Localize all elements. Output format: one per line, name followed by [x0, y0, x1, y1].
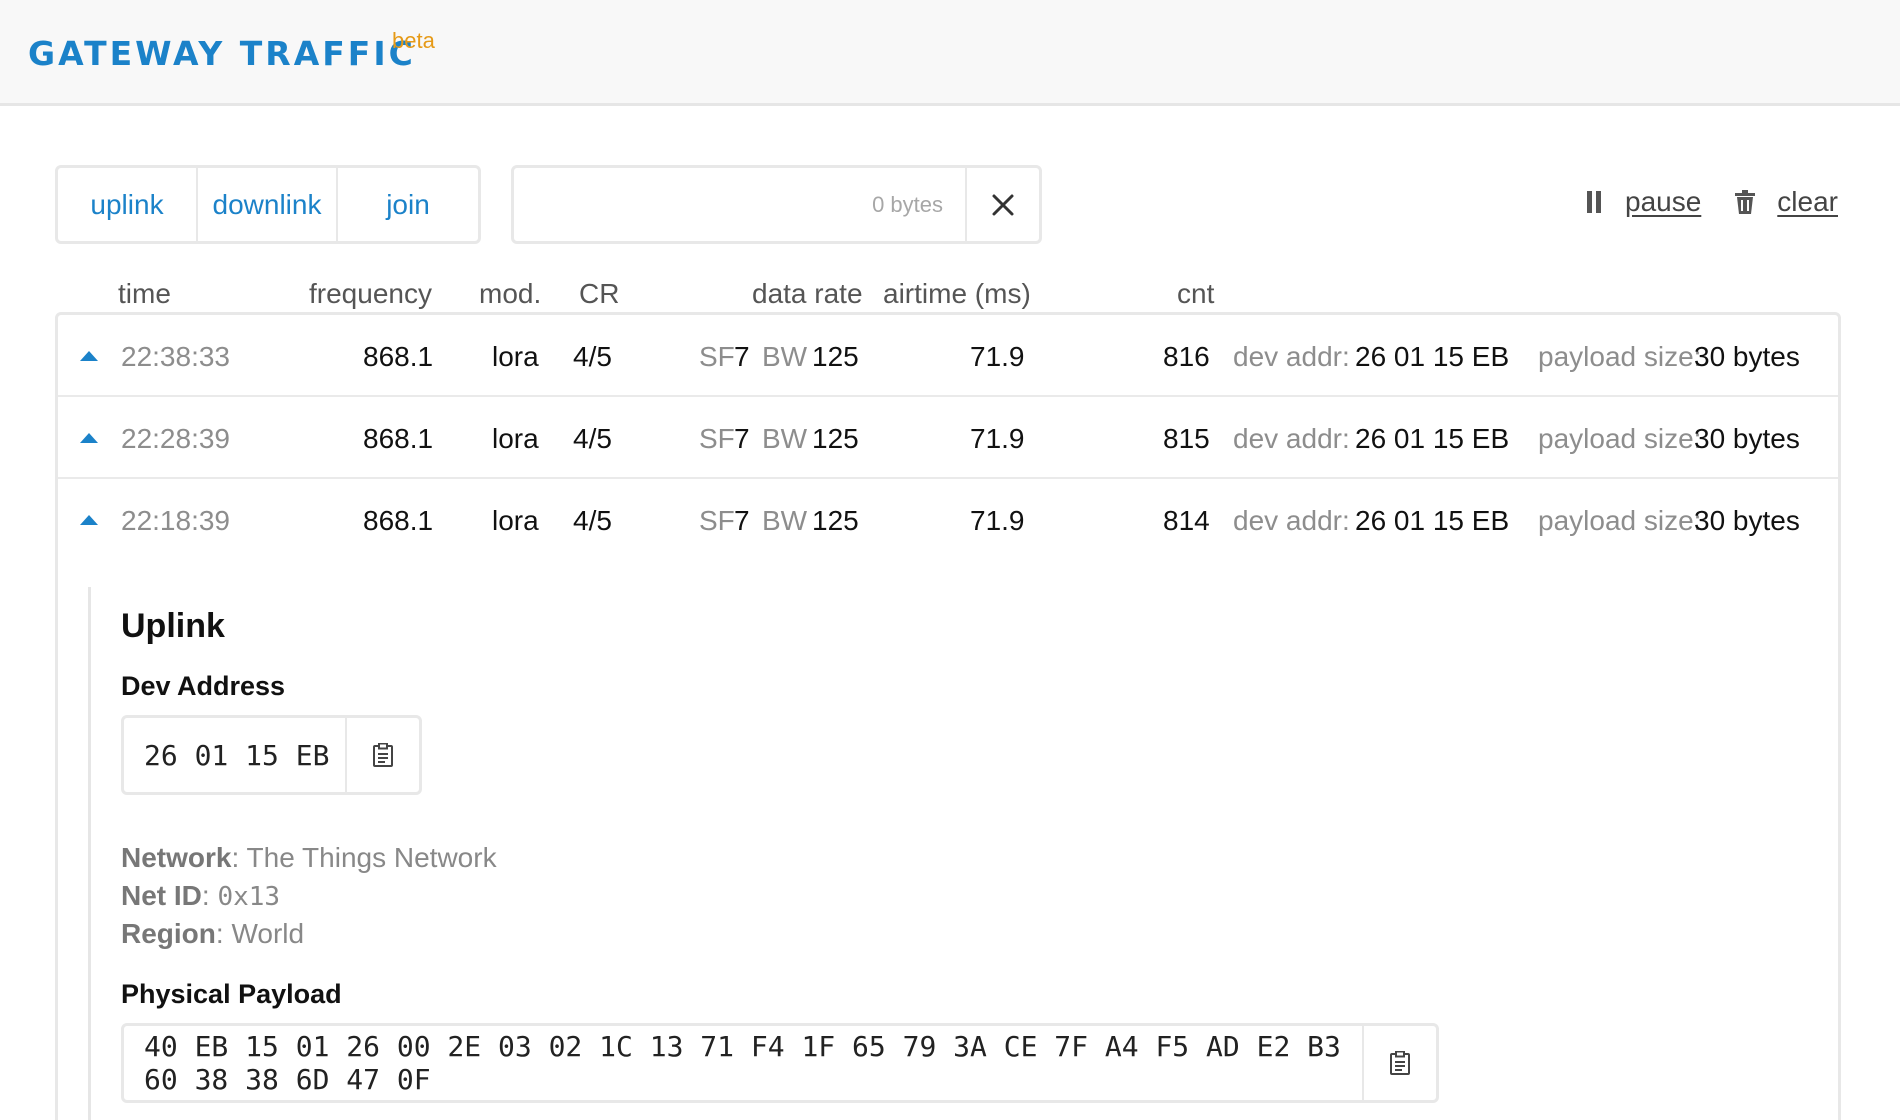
table-row[interactable]: 22:18:39 868.1 lora 4/5 SF 7 BW 125 71.9… — [58, 479, 1838, 561]
region-label: Region — [121, 918, 216, 949]
payload-box: 40 EB 15 01 26 00 2E 03 02 1C 13 71 F4 1… — [121, 1023, 1439, 1103]
row-payload: 30 bytes — [1694, 423, 1800, 454]
column-headers: time frequency mod. CR data rate airtime… — [55, 278, 1841, 314]
region-line: Region: World — [121, 918, 305, 949]
row-cnt: 814 — [1163, 505, 1210, 536]
filter-uplink-button[interactable]: uplink — [58, 168, 198, 241]
row-frequency: 868.1 — [363, 423, 434, 454]
uplink-detail-panel: Uplink Dev Address 26 01 15 EB Network: … — [88, 587, 1788, 1120]
close-icon — [992, 194, 1014, 215]
beta-badge: beta — [392, 28, 435, 53]
row-sf-label: SF — [699, 423, 735, 454]
row-payload-label: payload size: — [1538, 423, 1702, 454]
payload-hex-value: 40 EB 15 01 26 00 2E 03 02 1C 13 71 F4 1… — [144, 1030, 1341, 1096]
row-frequency: 868.1 — [363, 505, 434, 536]
network-label: Network — [121, 842, 232, 873]
payload-heading: Physical Payload — [121, 979, 342, 1009]
col-header-airtime: airtime (ms) — [883, 278, 1031, 309]
trash-icon — [1735, 190, 1756, 214]
dev-address-value: 26 01 15 EB — [144, 738, 330, 772]
row-sf-label: SF — [699, 505, 735, 536]
row-airtime: 71.9 — [970, 341, 1025, 372]
row-dev-addr: 26 01 15 EB — [1355, 341, 1510, 372]
table-row[interactable]: 22:28:39 868.1 lora 4/5 SF 7 BW 125 71.9… — [58, 397, 1838, 479]
net-id-line: Net ID: 0x13 — [121, 880, 281, 912]
caret-up-icon — [80, 433, 98, 443]
row-sf: 7 — [734, 341, 750, 372]
row-time: 22:18:39 — [121, 505, 230, 536]
col-header-cr: CR — [579, 278, 620, 309]
row-payload-label: payload size: — [1538, 341, 1702, 372]
table-row[interactable]: 22:38:33 868.1 lora 4/5 SF 7 BW 125 71.9… — [58, 315, 1838, 397]
row-dev-addr-label: dev addr: — [1233, 341, 1350, 372]
col-header-data-rate: data rate — [752, 278, 863, 309]
row-airtime: 71.9 — [970, 423, 1025, 454]
row-dev-addr: 26 01 15 EB — [1355, 505, 1510, 536]
row-sf-label: SF — [699, 341, 735, 372]
row-bw-label: BW — [762, 341, 808, 372]
bytes-counter: 0 bytes — [872, 192, 943, 217]
row-airtime: 71.9 — [970, 505, 1025, 536]
pause-button[interactable]: pause — [1585, 186, 1701, 218]
row-bw: 125 — [812, 505, 859, 536]
row-cnt: 815 — [1163, 423, 1210, 454]
row-sf: 7 — [734, 423, 750, 454]
row-mod: lora — [492, 505, 539, 536]
row-dev-addr: 26 01 15 EB — [1355, 423, 1510, 454]
dev-address-box: 26 01 15 EB — [121, 715, 422, 795]
detail-title: Uplink — [121, 607, 225, 645]
filter-downlink-button[interactable]: downlink — [198, 168, 338, 241]
actions-bar: pause clear — [1551, 186, 1838, 218]
row-cr: 4/5 — [573, 341, 612, 372]
row-sf: 7 — [734, 505, 750, 536]
network-value: The Things Network — [246, 842, 497, 873]
search-field-wrap: 0 bytes — [514, 168, 965, 241]
row-cnt: 816 — [1163, 341, 1210, 372]
copy-payload-button[interactable] — [1362, 1026, 1436, 1100]
row-dev-addr-label: dev addr: — [1233, 505, 1350, 536]
row-bw: 125 — [812, 341, 859, 372]
net-id-value: 0x13 — [217, 882, 281, 912]
row-time: 22:38:33 — [121, 341, 230, 372]
traffic-table: 22:38:33 868.1 lora 4/5 SF 7 BW 125 71.9… — [55, 312, 1841, 1120]
copy-dev-address-button[interactable] — [345, 718, 419, 792]
row-time: 22:28:39 — [121, 423, 230, 454]
region-value: World — [231, 918, 305, 949]
page: GATEWAY TRAFFIC beta uplink downlink joi… — [0, 0, 1900, 1120]
filter-tabs: uplink downlink join — [55, 165, 481, 244]
clipboard-icon — [1390, 1051, 1410, 1075]
row-bw-label: BW — [762, 423, 808, 454]
col-header-frequency: frequency — [309, 278, 432, 309]
row-payload-label: payload size: — [1538, 505, 1702, 536]
col-header-mod: mod. — [479, 278, 542, 309]
row-mod: lora — [492, 423, 539, 454]
caret-up-icon — [80, 351, 98, 361]
row-cr: 4/5 — [573, 505, 612, 536]
clipboard-icon — [373, 743, 393, 767]
col-header-time: time — [118, 278, 171, 309]
pause-icon — [1585, 191, 1603, 213]
clear-button[interactable]: clear — [1735, 186, 1838, 218]
dev-address-heading: Dev Address — [121, 671, 286, 701]
net-id-label: Net ID — [121, 880, 202, 911]
caret-up-icon — [80, 515, 98, 525]
network-line: Network: The Things Network — [121, 842, 497, 873]
clear-search-button[interactable] — [965, 168, 1039, 241]
filter-join-button[interactable]: join — [338, 168, 478, 241]
col-header-cnt: cnt — [1177, 278, 1215, 309]
row-frequency: 868.1 — [363, 341, 434, 372]
row-payload: 30 bytes — [1694, 505, 1800, 536]
search-box: 0 bytes — [511, 165, 1042, 244]
clear-label: clear — [1777, 186, 1838, 217]
row-cr: 4/5 — [573, 423, 612, 454]
row-payload: 30 bytes — [1694, 341, 1800, 372]
page-title: GATEWAY TRAFFIC — [28, 34, 416, 73]
row-bw: 125 — [812, 423, 859, 454]
header-bar: GATEWAY TRAFFIC beta — [0, 0, 1900, 106]
row-bw-label: BW — [762, 505, 808, 536]
pause-label: pause — [1625, 186, 1702, 217]
row-dev-addr-label: dev addr: — [1233, 423, 1350, 454]
row-mod: lora — [492, 341, 539, 372]
